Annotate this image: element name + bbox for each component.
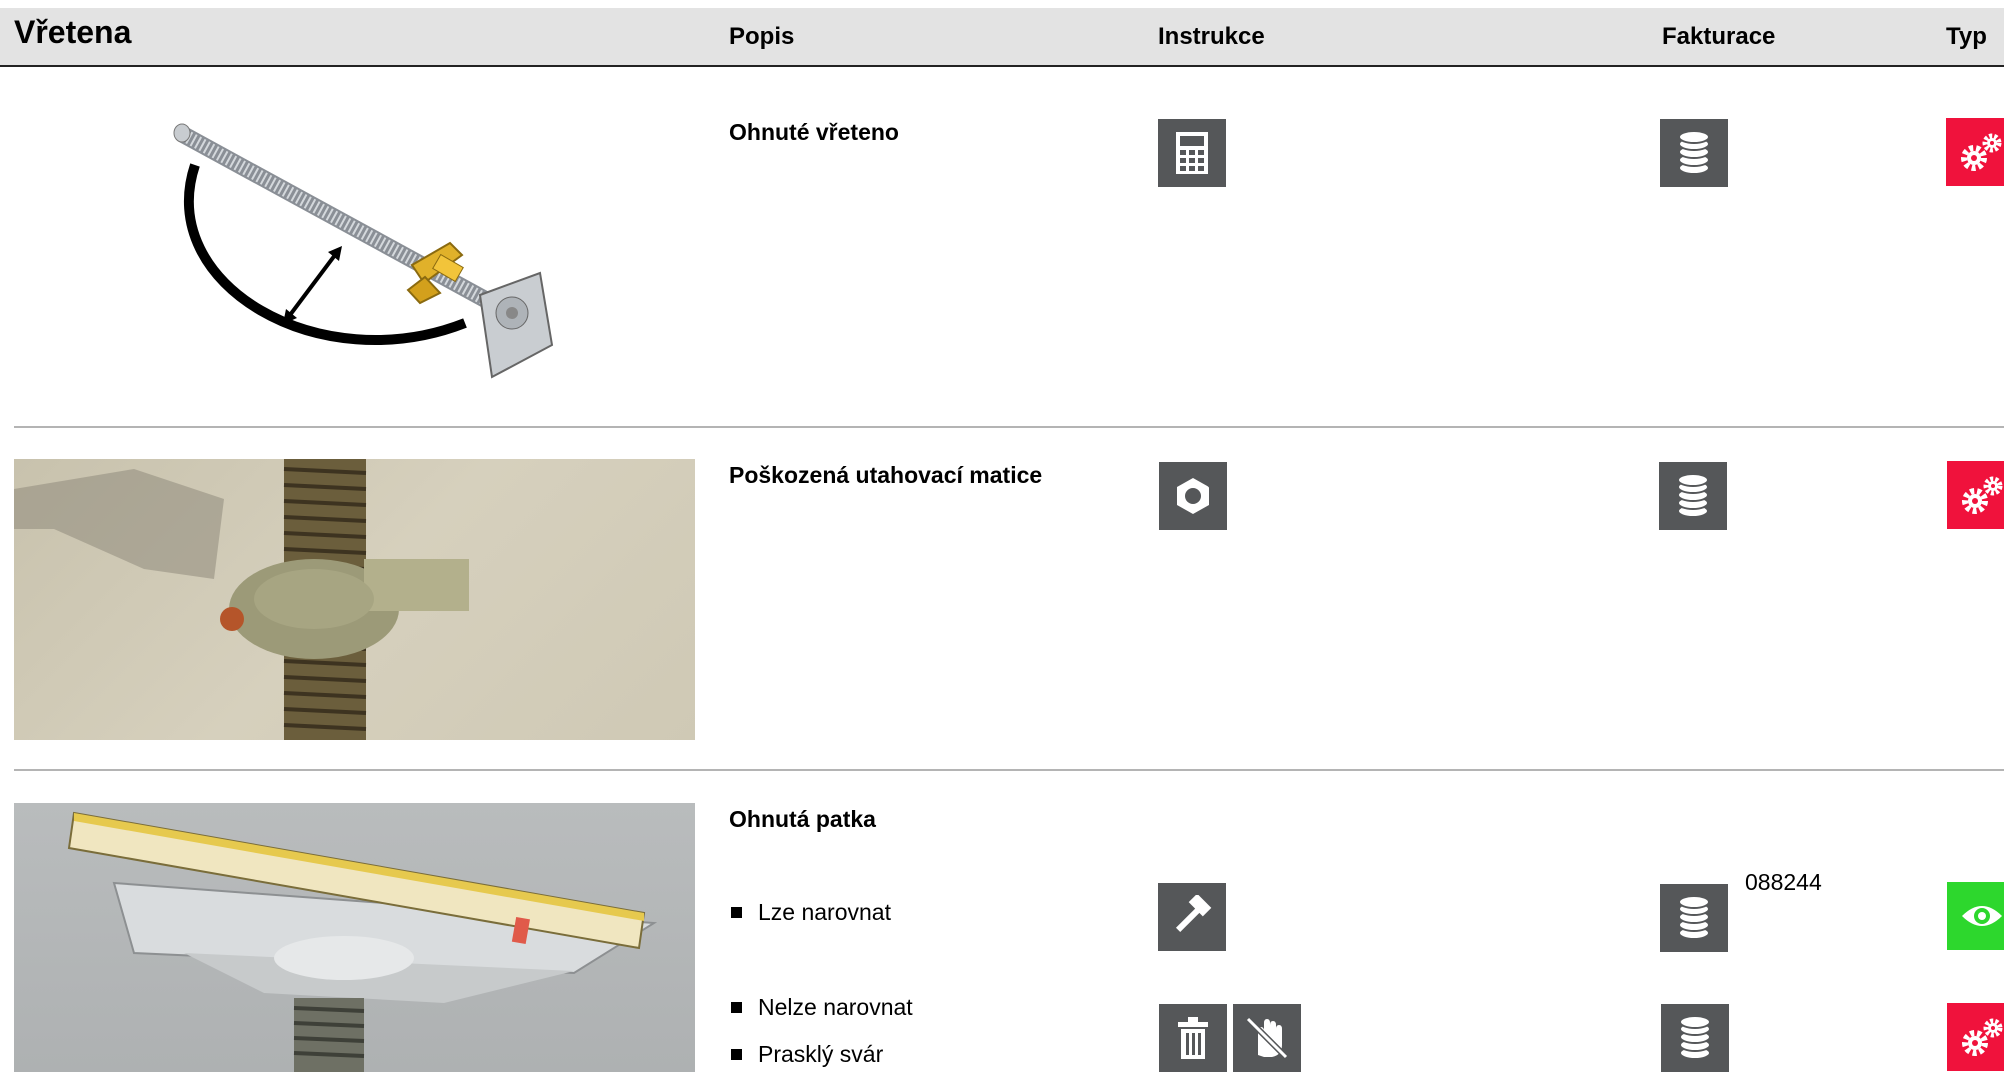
bent-base-plate-photo <box>14 803 695 1072</box>
damaged-nut-photo <box>14 459 695 740</box>
page-title: Vřetena <box>14 14 132 50</box>
coins-icon[interactable] <box>1661 1004 1729 1072</box>
column-header-typ: Typ <box>1946 23 1987 50</box>
bullet-square <box>731 907 742 918</box>
coins-icon[interactable] <box>1660 884 1728 952</box>
column-header-instrukce: Instrukce <box>1158 23 1265 50</box>
table-header: Vřetena Popis Instrukce Fakturace Typ <box>0 8 2004 67</box>
list-item-label: Lze narovnat <box>758 899 891 925</box>
trash-icon[interactable] <box>1159 1004 1227 1072</box>
gears-icon[interactable] <box>1947 1003 2004 1071</box>
row-description: Ohnuté vřeteno <box>729 119 899 145</box>
coins-icon[interactable] <box>1659 462 1727 530</box>
bullet-square <box>731 1002 742 1013</box>
column-header-fakturace: Fakturace <box>1662 23 1776 50</box>
list-item: Prasklý svár <box>731 1041 883 1068</box>
coins-icon[interactable] <box>1660 119 1728 187</box>
hammer-icon[interactable] <box>1158 883 1226 951</box>
list-item-label: Prasklý svár <box>758 1041 884 1067</box>
bent-spindle-illustration <box>173 123 554 379</box>
row-divider <box>14 426 2004 428</box>
row-divider <box>14 769 2004 771</box>
gears-icon[interactable] <box>1946 118 2004 186</box>
list-item: Nelze narovnat <box>731 994 913 1021</box>
column-header-popis: Popis <box>729 23 795 50</box>
row-description: Ohnutá patka <box>729 806 876 832</box>
gears-icon[interactable] <box>1947 461 2004 529</box>
article-code: 088244 <box>1745 869 1822 895</box>
list-item: Lze narovnat <box>731 899 891 926</box>
eye-icon[interactable] <box>1947 882 2004 950</box>
list-item-label: Nelze narovnat <box>758 994 913 1020</box>
bullet-square <box>731 1049 742 1060</box>
broken-nut-icon[interactable] <box>1159 462 1227 530</box>
no-hand-icon[interactable] <box>1233 1004 1301 1072</box>
row-description: Poškozená utahovací matice <box>729 462 1043 488</box>
calculator-icon[interactable] <box>1158 119 1226 187</box>
